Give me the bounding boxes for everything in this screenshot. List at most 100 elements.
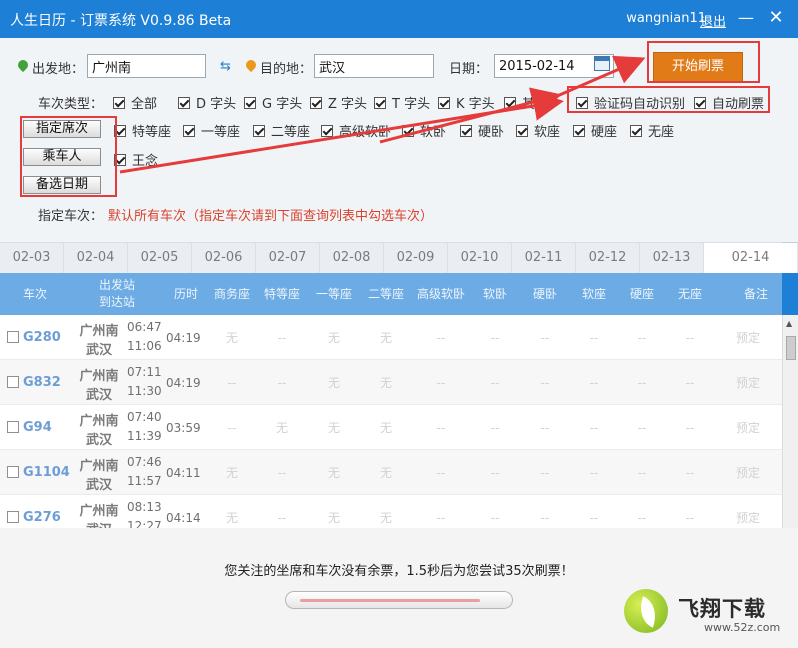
seat-no-seat: -- xyxy=(685,420,695,435)
book-link[interactable]: 预定 xyxy=(714,315,782,360)
seat-special: -- xyxy=(277,375,287,390)
table-row[interactable]: G276 广州南 武汉 08:13 12:27 04:14 无 -- 无 无 -… xyxy=(0,495,782,528)
date-tab[interactable]: 02-08 xyxy=(320,243,384,274)
arrive-time: 11:30 xyxy=(127,384,162,398)
train-number[interactable]: G94 xyxy=(23,405,52,450)
date-tab[interactable]: 02-11 xyxy=(512,243,576,274)
table-row[interactable]: G832 广州南 武汉 07:11 11:30 04:19 -- -- 无 无 … xyxy=(0,360,782,405)
swap-icon[interactable]: ⇆ xyxy=(220,59,231,74)
table-row[interactable]: G280 广州南 武汉 06:47 11:06 04:19 无 -- 无 无 -… xyxy=(0,315,782,360)
highlight-box xyxy=(567,86,770,113)
seat-hard-sleeper[interactable]: 硬卧 xyxy=(460,121,504,140)
seat-hard-seat[interactable]: 硬座 xyxy=(573,121,617,140)
seat-soft-seat[interactable]: 软座 xyxy=(516,121,560,140)
close-icon[interactable]: ✕ xyxy=(766,8,786,28)
seat-soft-sleeper[interactable]: 软卧 xyxy=(402,121,446,140)
from-input[interactable] xyxy=(87,54,206,78)
book-link[interactable]: 预定 xyxy=(714,495,782,528)
seat-business: -- xyxy=(227,420,237,435)
duration: 04:19 xyxy=(166,375,201,390)
seat-first: 无 xyxy=(327,466,340,480)
train-number[interactable]: G1104 xyxy=(23,450,70,495)
seat-special: -- xyxy=(277,465,287,480)
calendar-icon[interactable] xyxy=(594,56,610,71)
train-number[interactable]: G276 xyxy=(23,495,61,528)
logout-link[interactable]: 退出 xyxy=(700,11,726,30)
train-type-k[interactable]: K 字头 xyxy=(438,93,495,112)
seat-second[interactable]: 二等座 xyxy=(253,121,310,140)
date-tab[interactable]: 02-12 xyxy=(576,243,640,274)
title-bar: 人生日历 - 订票系统 V0.9.86 Beta wangnian11 退出 —… xyxy=(0,0,798,38)
header-soft-sleeper: 软卧 xyxy=(482,286,507,301)
date-tab-active[interactable]: 02-14 xyxy=(704,243,797,274)
checkbox-icon xyxy=(178,96,190,109)
passenger-checkbox[interactable]: 王念 xyxy=(114,150,158,169)
scroll-up-icon[interactable]: ▲ xyxy=(786,319,792,328)
minimize-icon[interactable]: — xyxy=(736,8,756,28)
train-number[interactable]: G280 xyxy=(23,315,61,360)
row-checkbox[interactable] xyxy=(7,421,19,433)
train-type-g[interactable]: G 字头 xyxy=(244,93,302,112)
date-tab[interactable]: 02-09 xyxy=(384,243,448,274)
train-type-d[interactable]: D 字头 xyxy=(178,93,236,112)
to-input[interactable] xyxy=(314,54,434,78)
leaf-logo-icon xyxy=(624,589,668,633)
header-hard-seat: 硬座 xyxy=(629,286,654,301)
book-link[interactable]: 预定 xyxy=(714,405,782,450)
checkbox-icon xyxy=(573,124,585,137)
depart-station: 广州南 xyxy=(79,414,119,429)
table-scrollbar[interactable]: ▲ xyxy=(782,315,798,528)
status-message: 您关注的坐席和车次没有余票，1.5秒后为您尝试35次刷票！ xyxy=(224,564,574,579)
date-tab-bar: 02-03 02-04 02-05 02-06 02-07 02-08 02-0… xyxy=(0,242,798,274)
header-second: 二等座 xyxy=(367,286,404,301)
seat-no-seat[interactable]: 无座 xyxy=(630,121,674,140)
train-type-all[interactable]: 全部 xyxy=(113,93,157,112)
table-row[interactable]: G1104 广州南 武汉 07:46 11:57 04:11 无 -- 无 无 … xyxy=(0,450,782,495)
date-tab[interactable]: 02-04 xyxy=(64,243,128,274)
train-type-other[interactable]: 其他 xyxy=(504,93,548,112)
seat-soft-seat: -- xyxy=(589,330,599,345)
seat-first: 无 xyxy=(327,421,340,435)
seat-business: 无 xyxy=(225,331,238,345)
train-type-t[interactable]: T 字头 xyxy=(374,93,430,112)
book-link[interactable]: 预定 xyxy=(714,450,782,495)
header-stations: 出发站 到达站 xyxy=(98,278,135,309)
date-tab[interactable]: 02-03 xyxy=(0,243,64,274)
checkbox-icon xyxy=(630,124,642,137)
checkbox-icon xyxy=(374,96,386,109)
row-checkbox[interactable] xyxy=(7,466,19,478)
date-tab[interactable]: 02-10 xyxy=(448,243,512,274)
date-tab[interactable]: 02-06 xyxy=(192,243,256,274)
table-row[interactable]: G94 广州南 武汉 07:40 11:39 03:59 -- 无 无 无 --… xyxy=(0,405,782,450)
train-list: G280 广州南 武汉 06:47 11:06 04:19 无 -- 无 无 -… xyxy=(0,315,782,528)
depart-station: 广州南 xyxy=(79,369,119,384)
seat-hard-sleeper: -- xyxy=(540,465,550,480)
row-checkbox[interactable] xyxy=(7,511,19,523)
header-deluxe-sleeper: 高级软卧 xyxy=(416,286,465,301)
seat-soft-sleeper: -- xyxy=(490,510,500,525)
seat-hard-sleeper: -- xyxy=(540,420,550,435)
seat-deluxe-sleeper: -- xyxy=(436,510,446,525)
header-hard-sleeper: 硬卧 xyxy=(532,286,557,301)
seat-first[interactable]: 一等座 xyxy=(183,121,240,140)
date-tab[interactable]: 02-07 xyxy=(256,243,320,274)
train-type-z[interactable]: Z 字头 xyxy=(310,93,367,112)
date-tab[interactable]: 02-13 xyxy=(640,243,704,274)
depart-time: 07:11 xyxy=(127,365,162,379)
book-link[interactable]: 预定 xyxy=(714,360,782,405)
train-number[interactable]: G832 xyxy=(23,360,61,405)
specified-train-note: 默认所有车次（指定车次请到下面查询列表中勾选车次） xyxy=(108,209,434,224)
seat-deluxe-sleeper[interactable]: 高级软卧 xyxy=(321,121,391,140)
arrive-time: 11:39 xyxy=(127,429,162,443)
seat-hard-seat: -- xyxy=(637,330,647,345)
header-special: 特等座 xyxy=(263,286,300,301)
row-checkbox[interactable] xyxy=(7,331,19,343)
scroll-thumb[interactable] xyxy=(786,336,796,360)
row-checkbox[interactable] xyxy=(7,376,19,388)
header-business: 商务座 xyxy=(213,286,250,301)
seat-business: 无 xyxy=(225,466,238,480)
seat-special[interactable]: 特等座 xyxy=(114,121,171,140)
checkbox-icon xyxy=(253,124,265,137)
watermark-url: www.52z.com xyxy=(704,621,781,634)
date-tab[interactable]: 02-05 xyxy=(128,243,192,274)
